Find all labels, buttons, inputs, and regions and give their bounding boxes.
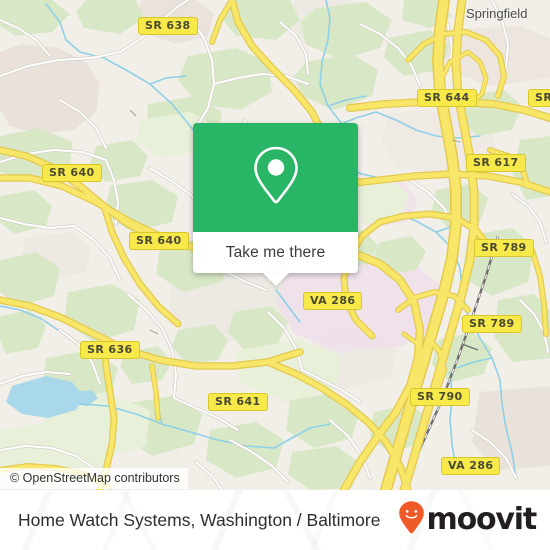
place-title: Home Watch Systems, Washington / Baltimo… [18,509,381,530]
moovit-wordmark: moovit [426,502,538,537]
map-screenshot: Springfield SR 638 SR 644 SR 6 SR 617 SR… [0,0,550,550]
place-label-springfield: Springfield [466,6,528,21]
map-canvas[interactable]: Springfield SR 638 SR 644 SR 6 SR 617 SR… [0,0,550,490]
road-shield-sr-789-a[interactable]: SR 789 [474,239,534,257]
road-shield-sr-789-b[interactable]: SR 789 [462,315,522,333]
road-shield-sr-636[interactable]: SR 636 [80,341,140,359]
road-shield-sr-790[interactable]: SR 790 [410,388,470,406]
road-shield-sr-617[interactable]: SR 617 [466,154,526,172]
popup-tail-pointer [262,273,289,286]
road-shield-va-286-b[interactable]: VA 286 [441,457,501,475]
road-shield-sr-641[interactable]: SR 641 [208,393,268,411]
map-attribution[interactable]: © OpenStreetMap contributors [0,468,188,489]
road-shield-sr-640-b[interactable]: SR 640 [129,232,189,250]
location-popup-card[interactable]: Take me there [193,123,358,286]
road-shield-sr-6[interactable]: SR 6 [528,89,550,107]
road-shield-sr-640-a[interactable]: SR 640 [42,164,102,182]
popup-action-area[interactable]: Take me there [193,232,358,286]
map-pin-icon [250,143,302,212]
road-shield-sr-644[interactable]: SR 644 [417,89,477,107]
popup-marker-area [193,123,358,232]
moovit-pin-smiley-icon [398,500,425,540]
road-shield-sr-638[interactable]: SR 638 [138,17,198,35]
take-me-there-label: Take me there [225,243,326,261]
bottom-info-bar: Home Watch Systems, Washington / Baltimo… [0,490,550,550]
moovit-logo[interactable]: moovit [398,500,538,540]
road-shield-va-286-a[interactable]: VA 286 [303,292,363,310]
